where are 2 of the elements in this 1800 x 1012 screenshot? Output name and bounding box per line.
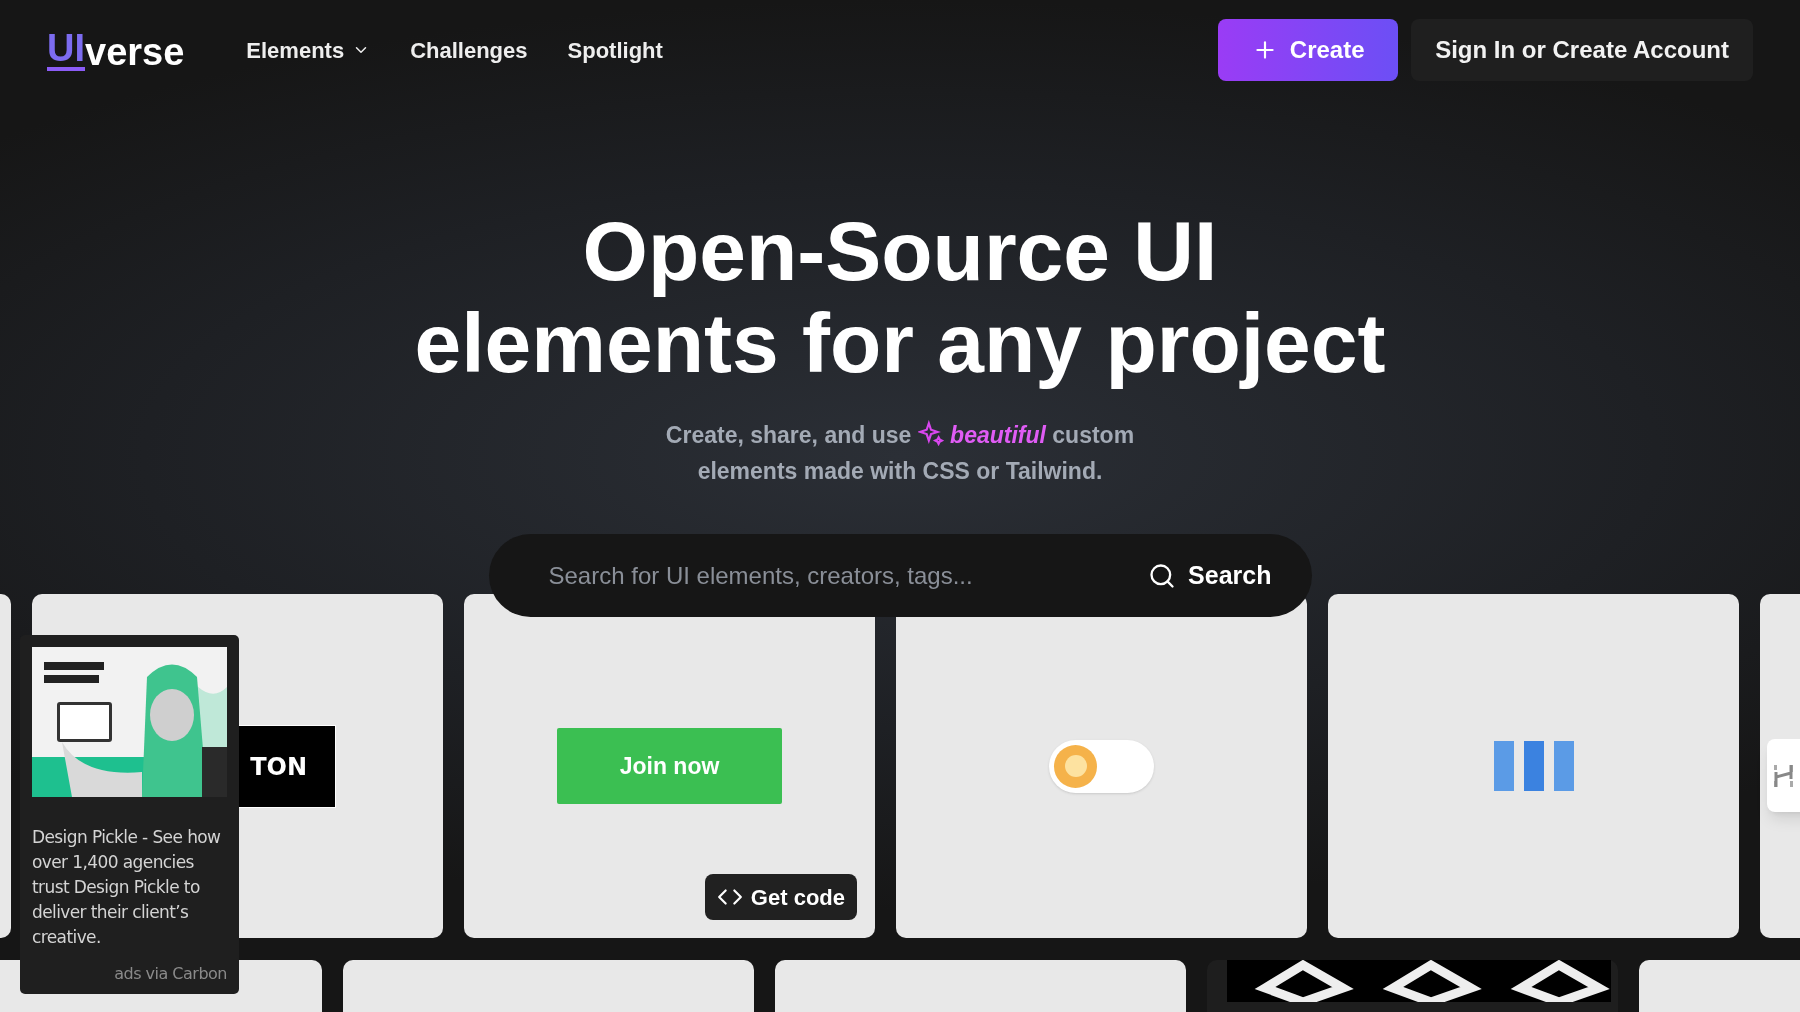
hero-subtitle: Create, share, and use beautiful custom elements made with CSS or Tailwind. — [665, 419, 1135, 486]
hero-title: Open-Source UI elements for any project — [414, 205, 1386, 389]
